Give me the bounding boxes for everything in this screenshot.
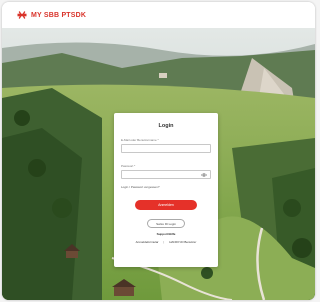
- logo-icon: [17, 10, 27, 20]
- swiss-id-login-button[interactable]: Swiss ID Login: [147, 219, 185, 228]
- password-label: Passwort *: [121, 164, 136, 168]
- header-bar: MY SBB PTSDK: [2, 2, 315, 28]
- login-title: Login: [158, 123, 174, 129]
- show-password-icon[interactable]: [201, 172, 207, 177]
- login-card: Login E-Mail oder Benutzername * Passwor…: [114, 113, 218, 267]
- logo-text[interactable]: MY SBB PTSDK: [31, 12, 86, 19]
- support-links: Anmeldeformular | HANDY-ID Benutzer: [121, 240, 211, 244]
- email-label: E-Mail oder Benutzername *: [121, 138, 159, 142]
- login-button[interactable]: Anmelden: [135, 200, 197, 210]
- forgot-password-link[interactable]: Login / Passwort vergessen?: [121, 185, 211, 189]
- background-landscape-image: Login E-Mail oder Benutzername * Passwor…: [2, 28, 315, 300]
- support-title: Support/Hilfe: [156, 232, 176, 236]
- link-separator: |: [163, 240, 165, 244]
- handy-id-link[interactable]: HANDY-ID Benutzer: [169, 240, 196, 244]
- app-window: MY SBB PTSDK Login E-Mail oder Benutzern…: [2, 2, 315, 300]
- registration-link[interactable]: Anmeldeformular: [136, 240, 159, 244]
- email-field[interactable]: [121, 144, 211, 153]
- password-field[interactable]: [121, 170, 211, 179]
